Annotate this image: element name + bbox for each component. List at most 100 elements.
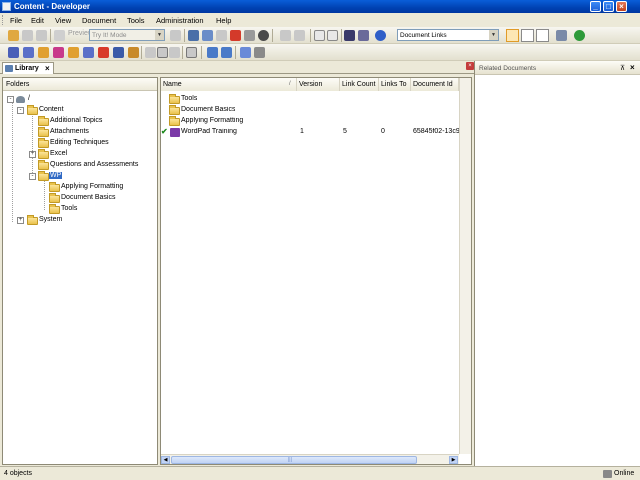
menu-view[interactable]: View: [55, 16, 71, 25]
layout-icon[interactable]: [556, 30, 567, 41]
table-row[interactable]: Document Basics: [165, 105, 465, 116]
publish-icon[interactable]: [170, 30, 181, 41]
check-out-icon[interactable]: [221, 47, 232, 58]
new-topic-icon[interactable]: [38, 47, 49, 58]
secondary-toolbar: [0, 44, 640, 61]
expand-icon[interactable]: +: [29, 151, 36, 158]
tree-item-root[interactable]: - /: [3, 94, 153, 105]
save-all-icon[interactable]: [36, 30, 47, 41]
tree-item-wp[interactable]: - WP: [3, 171, 153, 182]
new-icon[interactable]: [8, 30, 19, 41]
menu-file[interactable]: File: [10, 16, 22, 25]
toolbar-separator: [50, 29, 51, 42]
insert-icon[interactable]: [169, 47, 180, 58]
new-question-icon[interactable]: [53, 47, 64, 58]
related-title: Related Documents: [479, 65, 537, 72]
collapse-all-icon[interactable]: [327, 30, 338, 41]
cut-icon[interactable]: [188, 30, 199, 41]
tree-item-label: WP: [49, 172, 63, 179]
link-icon[interactable]: [157, 47, 168, 58]
table-row[interactable]: ✔ WordPad Training 1 5 0 65845f02-13c9-: [161, 127, 465, 138]
object-count: 4 objects: [4, 470, 33, 477]
pin-icon[interactable]: ⊼: [620, 64, 625, 72]
column-header-link-count[interactable]: Link Count: [340, 78, 379, 91]
search-icon[interactable]: [258, 30, 269, 41]
tree-item-additional-topics[interactable]: Additional Topics: [3, 116, 153, 127]
collapse-icon[interactable]: -: [7, 96, 14, 103]
tree-item-excel[interactable]: + Excel: [3, 149, 153, 160]
new-assessment-icon[interactable]: [98, 47, 109, 58]
delete-icon[interactable]: [230, 30, 241, 41]
maximize-button[interactable]: □: [603, 1, 614, 12]
expand-icon[interactable]: +: [17, 217, 24, 224]
document-links-combo[interactable]: Document Links ▼: [397, 29, 499, 41]
menu-tools[interactable]: Tools: [127, 16, 145, 25]
close-icon[interactable]: ×: [630, 63, 635, 72]
vertical-scrollbar[interactable]: [459, 78, 471, 454]
new-role-icon[interactable]: [128, 47, 139, 58]
collapse-icon[interactable]: -: [29, 173, 36, 180]
tree-item-editing-techniques[interactable]: Editing Techniques: [3, 138, 153, 149]
new-section-icon[interactable]: [23, 47, 34, 58]
column-header-links-to[interactable]: Links To: [379, 78, 411, 91]
copy-icon[interactable]: [202, 30, 213, 41]
horizontal-scrollbar[interactable]: ◀ ||| ▶: [161, 454, 459, 464]
check-in-icon[interactable]: [207, 47, 218, 58]
table-row[interactable]: Applying Formatting: [165, 116, 465, 127]
paste-icon[interactable]: [216, 30, 227, 41]
tree-item-label: Content: [39, 106, 64, 113]
new-glossary-icon[interactable]: [113, 47, 124, 58]
tree-item-tools[interactable]: Tools: [3, 204, 153, 215]
mode-combo[interactable]: Try It! Mode ▼: [89, 29, 165, 41]
view-columns-button[interactable]: [536, 29, 549, 42]
tab-close-icon[interactable]: ×: [45, 64, 50, 73]
scrollbar-thumb[interactable]: |||: [171, 456, 417, 464]
expand-all-icon[interactable]: [314, 30, 325, 41]
document-icon[interactable]: [145, 47, 156, 58]
column-header-document-id[interactable]: Document Id: [411, 78, 459, 91]
view-list-button[interactable]: [521, 29, 534, 42]
menu-edit[interactable]: Edit: [31, 16, 44, 25]
window-title: Content - Developer: [14, 2, 91, 11]
send-icon[interactable]: [240, 47, 251, 58]
tree-item-content[interactable]: - Content: [3, 105, 153, 116]
undo-icon[interactable]: [280, 30, 291, 41]
new-package-icon[interactable]: [83, 47, 94, 58]
export-icon[interactable]: [254, 47, 265, 58]
close-pane-icon[interactable]: ×: [466, 62, 474, 70]
tree-item-label: Applying Formatting: [61, 183, 124, 190]
new-module-icon[interactable]: [8, 47, 19, 58]
menu-document[interactable]: Document: [82, 16, 116, 25]
column-header-version[interactable]: Version: [297, 78, 340, 91]
tree-item-applying-formatting[interactable]: Applying Formatting: [3, 182, 153, 193]
folder-icon: [169, 94, 180, 104]
redo-icon[interactable]: [294, 30, 305, 41]
menu-administration[interactable]: Administration: [156, 16, 204, 25]
refresh-icon[interactable]: [574, 30, 585, 41]
toolbar-separator: [341, 29, 342, 42]
preview-icon[interactable]: [54, 30, 65, 41]
help-icon[interactable]: [375, 30, 386, 41]
view-details-button[interactable]: [506, 29, 519, 42]
find-icon[interactable]: [344, 30, 355, 41]
close-button[interactable]: ×: [616, 1, 627, 12]
new-web-page-icon[interactable]: [68, 47, 79, 58]
menu-grip[interactable]: [2, 15, 4, 25]
tree-item-attachments[interactable]: Attachments: [3, 127, 153, 138]
menu-help[interactable]: Help: [216, 16, 231, 25]
folder-icon: [169, 105, 180, 115]
minimize-button[interactable]: _: [590, 1, 601, 12]
scroll-right-icon[interactable]: ▶: [449, 456, 458, 464]
table-row[interactable]: Tools: [165, 94, 465, 105]
spelling-icon[interactable]: [358, 30, 369, 41]
tree-item-system[interactable]: + System: [3, 215, 153, 226]
tab-library[interactable]: Library ×: [2, 62, 54, 74]
tree-item-document-basics[interactable]: Document Basics: [3, 193, 153, 204]
column-header-name[interactable]: Name: [161, 78, 297, 91]
edit-icon[interactable]: [186, 47, 197, 58]
scroll-left-icon[interactable]: ◀: [161, 456, 170, 464]
properties-icon[interactable]: [244, 30, 255, 41]
tree-item-questions-and-assessments[interactable]: Questions and Assessments: [3, 160, 153, 171]
collapse-icon[interactable]: -: [17, 107, 24, 114]
save-icon[interactable]: [22, 30, 33, 41]
